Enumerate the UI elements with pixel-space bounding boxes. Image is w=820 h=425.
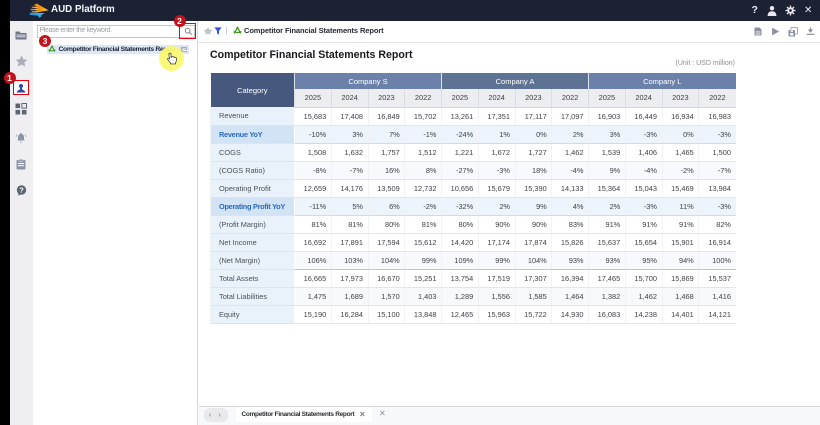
svg-text:?: ? [19, 185, 24, 194]
